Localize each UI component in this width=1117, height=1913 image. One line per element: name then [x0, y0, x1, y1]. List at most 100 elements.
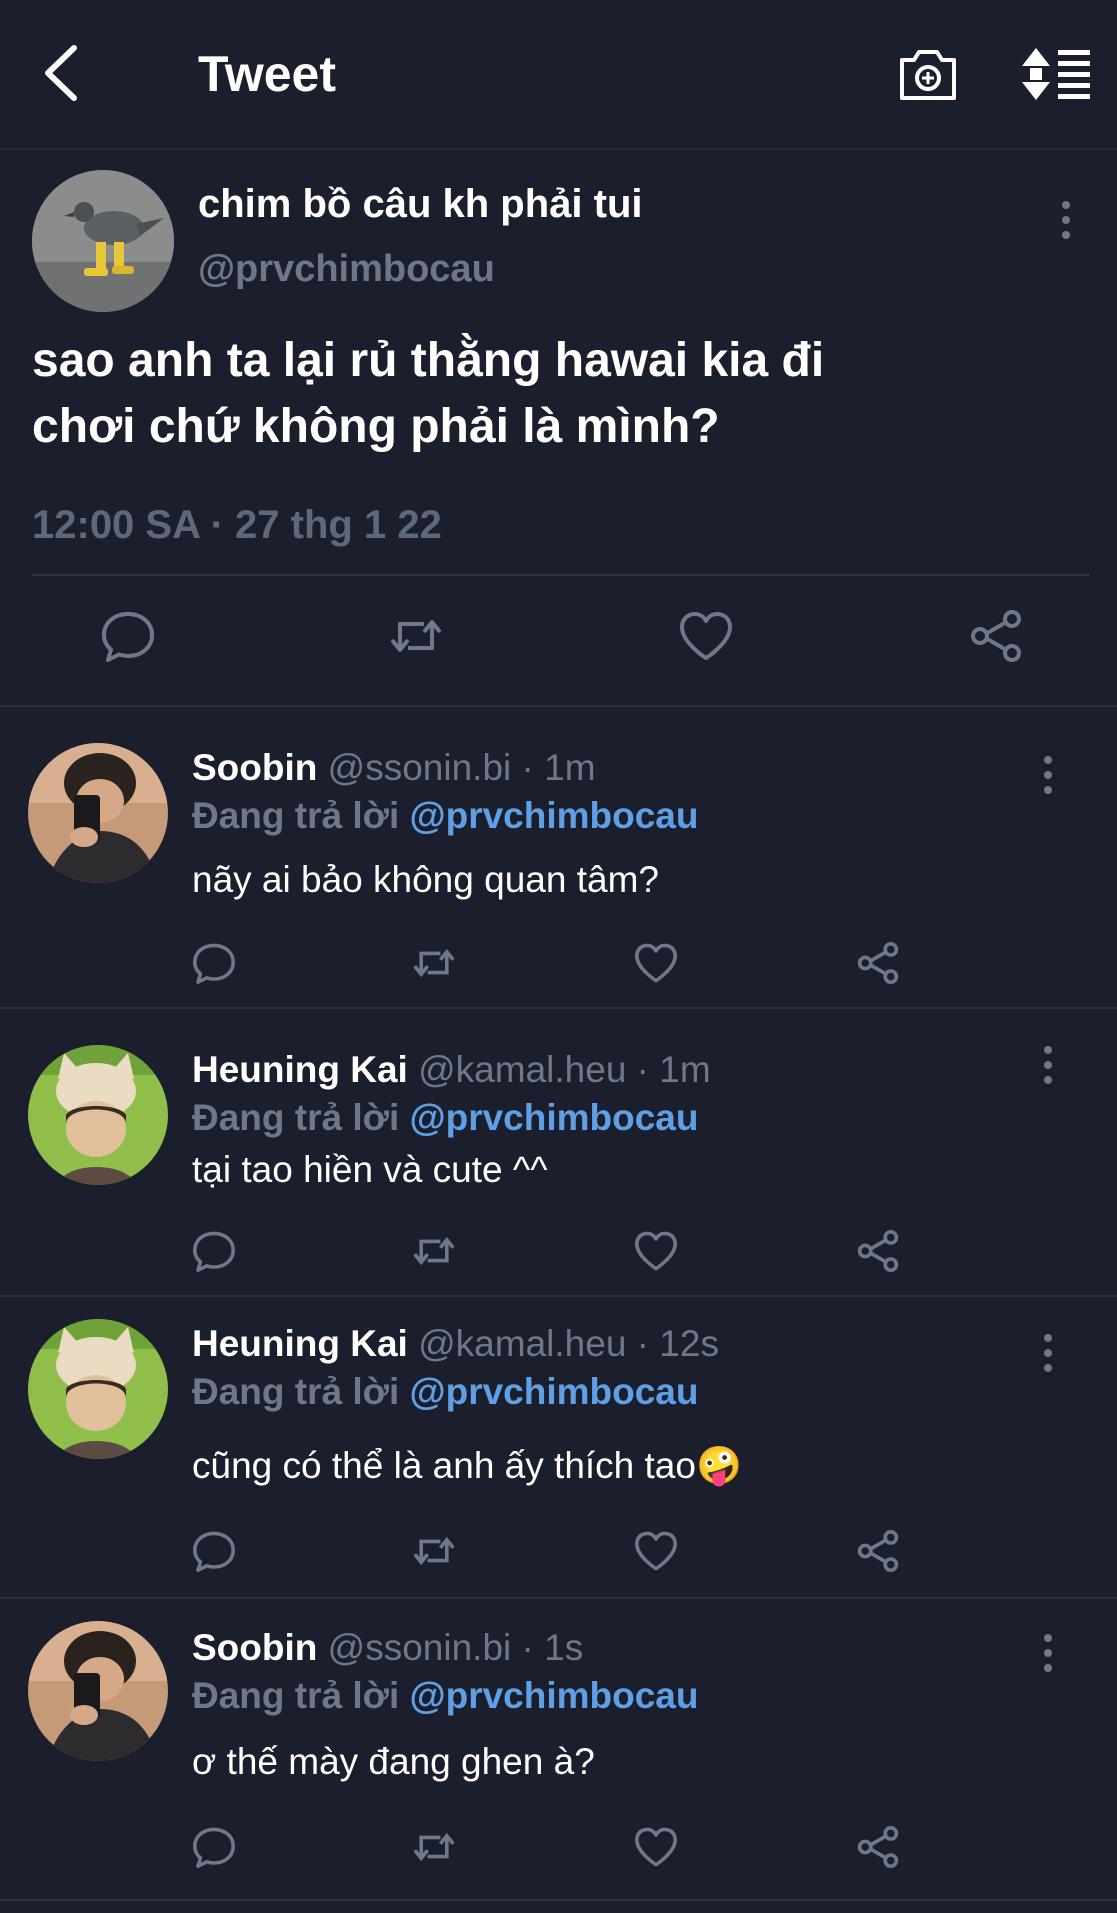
retweet-icon: [390, 620, 442, 652]
reply-author-name[interactable]: Soobin: [192, 747, 317, 788]
retweet-button[interactable]: [410, 939, 458, 987]
reply-author-name[interactable]: Heuning Kai: [192, 1049, 408, 1090]
top-bar: Tweet: [0, 0, 1117, 150]
heart-icon: [635, 1531, 677, 1571]
soobin-avatar-image: [28, 1621, 168, 1761]
replying-to-handle[interactable]: @prvchimbocau: [410, 1097, 699, 1138]
replying-to-label: Đang trả lời: [192, 1097, 410, 1138]
reply-text: cũng có thể là anh ấy thích tao🤪: [192, 1445, 743, 1486]
reply-tweet[interactable]: Heuning Kai @kamal.heu · 1m Đang trả lời…: [0, 1009, 1117, 1297]
reply-tweet[interactable]: Heuning Kai @kamal.heu · 12s Đang trả lờ…: [0, 1297, 1117, 1599]
like-button[interactable]: [632, 1227, 680, 1275]
avatar[interactable]: [28, 1621, 168, 1761]
sort-button[interactable]: [1020, 44, 1094, 104]
heart-icon: [635, 1827, 677, 1867]
comment-icon: [193, 1531, 235, 1572]
reply-header: Heuning Kai @kamal.heu · 12s: [192, 1321, 719, 1367]
retweet-button[interactable]: [410, 1527, 458, 1575]
reply-header: Soobin @ssonin.bi · 1m: [192, 745, 596, 791]
share-button[interactable]: [966, 606, 1026, 666]
share-icon: [857, 1826, 899, 1868]
reply-header: Heuning Kai @kamal.heu · 1m: [192, 1047, 711, 1093]
like-button[interactable]: [676, 606, 736, 666]
share-icon: [857, 942, 899, 984]
like-button[interactable]: [632, 1527, 680, 1575]
share-icon: [971, 610, 1021, 662]
author-name[interactable]: chim bồ câu kh phải tui: [198, 180, 643, 228]
camera-plus-icon: [900, 50, 956, 100]
more-vertical-icon: [1044, 1046, 1052, 1084]
retweet-button[interactable]: [410, 1227, 458, 1275]
author-handle[interactable]: @prvchimbocau: [198, 246, 495, 292]
back-button[interactable]: [36, 40, 92, 106]
reply-button[interactable]: [190, 1823, 238, 1871]
replying-to-handle[interactable]: @prvchimbocau: [410, 1675, 699, 1716]
reply-author-handle[interactable]: @ssonin.bi: [328, 1627, 512, 1668]
soobin-avatar-image: [28, 743, 168, 883]
reply-author-name[interactable]: Heuning Kai: [192, 1323, 408, 1364]
avatar[interactable]: [28, 1319, 168, 1459]
replying-to: Đang trả lời @prvchimbocau: [192, 1369, 699, 1415]
heart-icon: [635, 943, 677, 983]
share-icon: [857, 1530, 899, 1572]
replying-to-label: Đang trả lời: [192, 795, 410, 836]
reply-button[interactable]: [190, 1227, 238, 1275]
retweet-button[interactable]: [386, 606, 446, 666]
camera-button[interactable]: [896, 44, 960, 104]
like-button[interactable]: [632, 1823, 680, 1871]
replying-to: Đang trả lời @prvchimbocau: [192, 793, 699, 839]
retweet-icon: [413, 1832, 455, 1862]
reply-text: ơ thế mày đang ghen à?: [192, 1741, 595, 1782]
replying-to-label: Đang trả lời: [192, 1675, 410, 1716]
like-button[interactable]: [632, 939, 680, 987]
more-options-button[interactable]: [1036, 1631, 1060, 1675]
avatar[interactable]: [28, 1045, 168, 1185]
comment-icon: [102, 612, 154, 662]
reply-text: tại tao hiền và cute ^^: [192, 1149, 548, 1190]
main-tweet: chim bồ câu kh phải tui @prvchimbocau sa…: [0, 150, 1117, 707]
reply-tweet[interactable]: Soobin @ssonin.bi · 1s Đang trả lời @prv…: [0, 1599, 1117, 1901]
reply-time: 1m: [659, 1049, 711, 1090]
comment-icon: [193, 943, 235, 984]
replying-to-handle[interactable]: @prvchimbocau: [410, 795, 699, 836]
tweet-screen: Tweet chim bồ câu kh phải tui @prvchimbo…: [0, 0, 1117, 1913]
reply-button[interactable]: [190, 1527, 238, 1575]
reply-time: 1m: [544, 747, 596, 788]
avatar[interactable]: [28, 743, 168, 883]
share-button[interactable]: [854, 1527, 902, 1575]
separator-dot: ·: [626, 1049, 660, 1090]
heuning-kai-avatar-image: [28, 1045, 168, 1185]
retweet-icon: [413, 948, 455, 978]
more-options-button[interactable]: [1036, 1043, 1060, 1087]
reply-author-handle[interactable]: @ssonin.bi: [328, 747, 512, 788]
heart-icon: [680, 612, 732, 660]
more-vertical-icon: [1044, 756, 1052, 794]
more-options-button[interactable]: [1036, 753, 1060, 797]
more-vertical-icon: [1062, 201, 1070, 239]
replying-to-handle[interactable]: @prvchimbocau: [410, 1371, 699, 1412]
reply-author-handle[interactable]: @kamal.heu: [418, 1049, 626, 1090]
share-button[interactable]: [854, 1823, 902, 1871]
share-icon: [857, 1230, 899, 1272]
retweet-icon: [413, 1536, 455, 1566]
more-vertical-icon: [1044, 1634, 1052, 1672]
separator-dot: ·: [511, 1627, 545, 1668]
comment-icon: [193, 1231, 235, 1272]
reply-time: 1s: [544, 1627, 584, 1668]
reply-button[interactable]: [98, 606, 158, 666]
avatar[interactable]: [32, 170, 174, 312]
heart-icon: [635, 1231, 677, 1271]
reply-button[interactable]: [190, 939, 238, 987]
reply-author-name[interactable]: Soobin: [192, 1627, 317, 1668]
share-button[interactable]: [854, 939, 902, 987]
share-button[interactable]: [854, 1227, 902, 1275]
reply-author-handle[interactable]: @kamal.heu: [418, 1323, 626, 1364]
retweet-button[interactable]: [410, 1823, 458, 1871]
reply-header: Soobin @ssonin.bi · 1s: [192, 1625, 583, 1671]
reply-time: 12s: [659, 1323, 719, 1364]
more-options-button[interactable]: [1054, 198, 1078, 242]
retweet-icon: [413, 1236, 455, 1266]
comment-icon: [193, 1827, 235, 1868]
more-options-button[interactable]: [1036, 1331, 1060, 1375]
reply-tweet[interactable]: Soobin @ssonin.bi · 1m Đang trả lời @prv…: [0, 707, 1117, 1009]
